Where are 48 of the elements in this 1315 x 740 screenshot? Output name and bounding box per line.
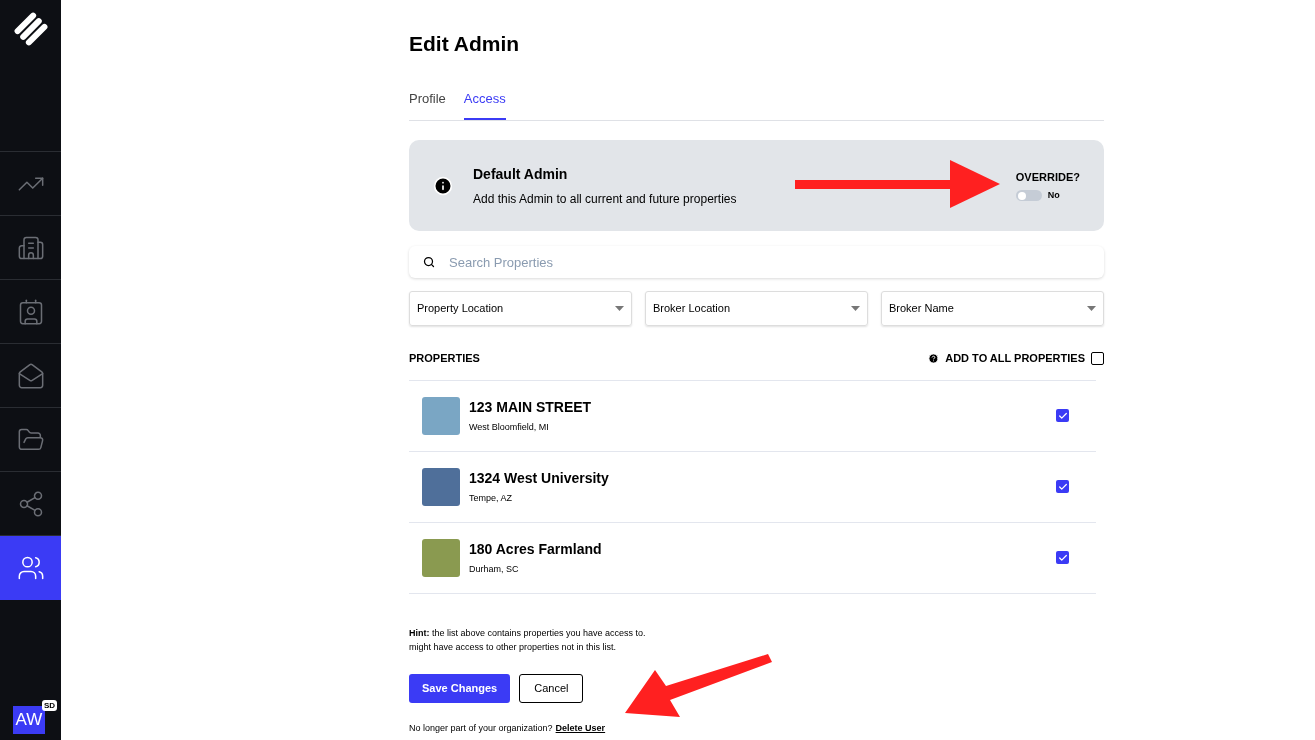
photo-placeholder (422, 538, 460, 577)
tab[interactable]: Profile (409, 88, 446, 120)
avatar-badge: SD (42, 700, 58, 711)
logo-icon (13, 12, 48, 46)
cancel-button[interactable]: Cancel (519, 673, 584, 703)
properties-heading: PROPERTIES (409, 351, 480, 366)
save-button[interactable]: Save Changes (409, 673, 511, 703)
card-title: Default Admin (473, 164, 569, 184)
caret-icon (1087, 306, 1096, 311)
property-row[interactable]: 123 MAIN STREET West Bloomfield, MI (409, 380, 1096, 452)
delete-user-link[interactable]: Delete User (555, 721, 606, 735)
override-label: OVERRIDE? (1015, 169, 1080, 185)
checkbox[interactable] (1056, 551, 1069, 564)
people-group-icon (16, 554, 45, 582)
property-row[interactable]: 180 Acres Farmland Durham, SC (409, 522, 1096, 594)
property-name: 123 MAIN STREET (469, 397, 593, 417)
hint-text: might have access to other properties not in this list. (409, 640, 618, 654)
photo-placeholder (422, 467, 460, 506)
info-icon (433, 175, 453, 196)
property-location: Tempe, AZ (469, 491, 514, 505)
search-icon (423, 256, 435, 268)
override-toggle[interactable] (1015, 190, 1042, 202)
photo-placeholder (422, 396, 460, 435)
help-icon (928, 352, 940, 364)
tab[interactable]: Access (463, 88, 506, 120)
delete-prompt: No longer part of your organization? (409, 721, 553, 735)
checkbox[interactable] (1091, 351, 1104, 365)
caret-icon (851, 306, 860, 311)
user-avatar[interactable]: AW (13, 706, 45, 734)
filter-dropdown[interactable]: Property Location (409, 291, 632, 326)
caret-icon (615, 306, 624, 311)
property-location: West Bloomfield, MI (469, 420, 550, 434)
toggle-label: No (1047, 189, 1060, 202)
checkbox[interactable] (1056, 409, 1069, 422)
property-name: 180 Acres Farmland (469, 539, 603, 559)
add-all-label: ADD TO ALL PROPERTIES (945, 351, 1085, 366)
checkbox[interactable] (1056, 480, 1069, 493)
filter-dropdown[interactable]: Broker Name (881, 291, 1104, 326)
filter-dropdown[interactable]: Broker Location (645, 291, 868, 326)
card-description: Add this Admin to all current and future properties (473, 190, 738, 208)
sidebar-item[interactable] (0, 536, 61, 600)
property-row[interactable]: 1324 West University Tempe, AZ (409, 451, 1096, 523)
property-location: Durham, SC (469, 562, 520, 576)
open-envelope-icon (16, 361, 45, 390)
page-title: Edit Admin (409, 31, 521, 57)
property-name: 1324 West University (469, 468, 610, 488)
hint-text: Hint: the list above contains properties you have access to. (409, 626, 647, 640)
search-field[interactable]: Search Properties (409, 246, 1104, 278)
